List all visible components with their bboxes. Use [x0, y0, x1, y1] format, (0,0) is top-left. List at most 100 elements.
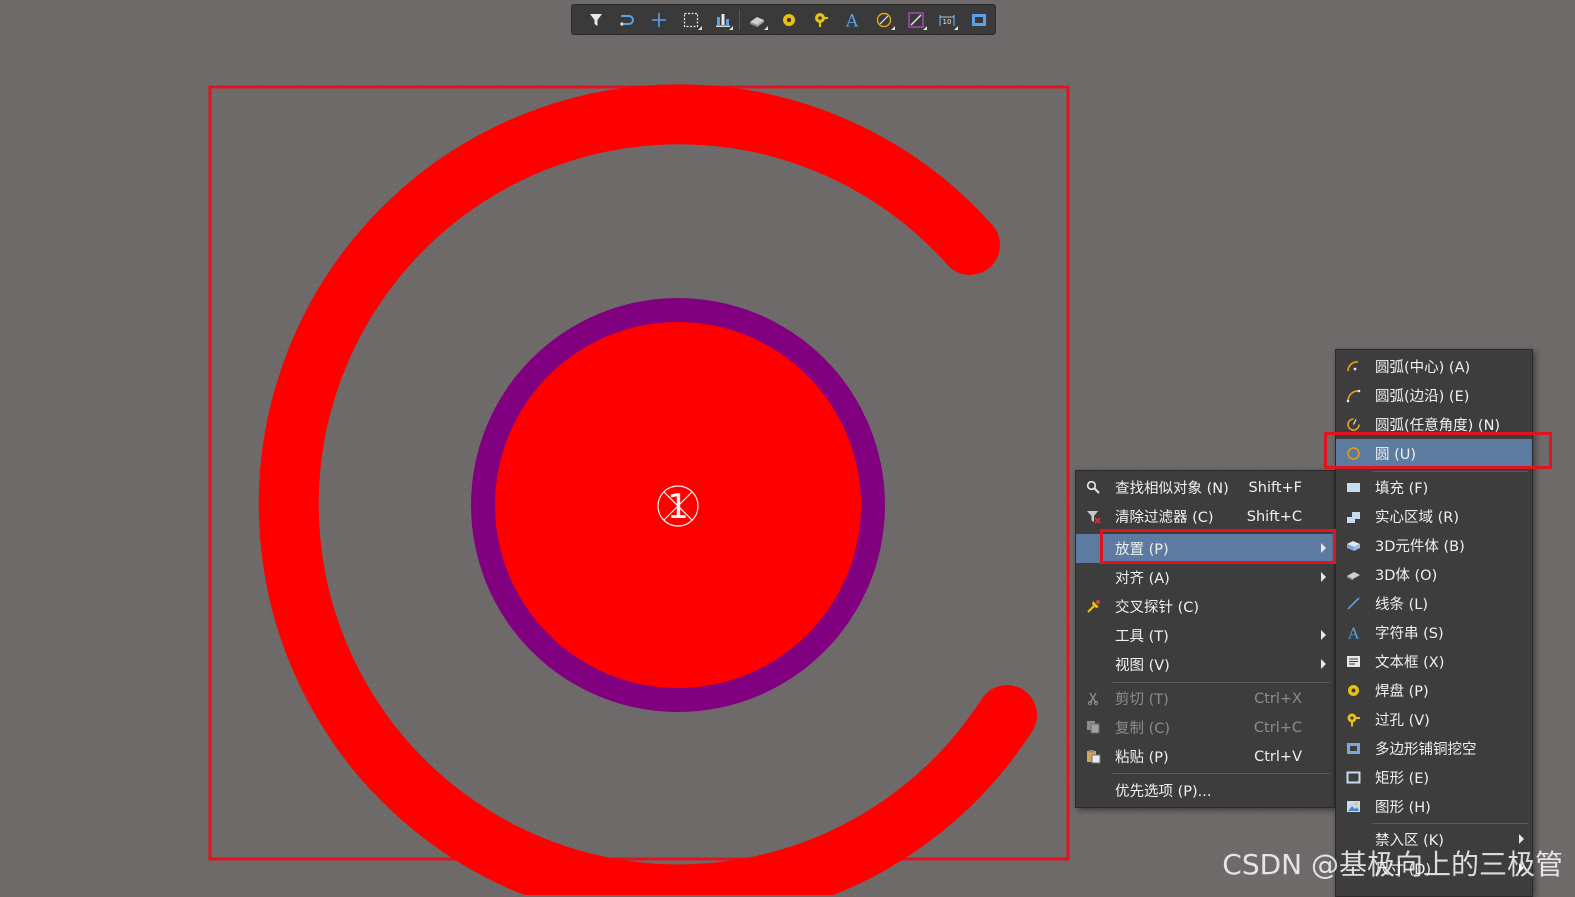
- arc-any-angle-icon: [1345, 416, 1361, 432]
- watermark-text: CSDN @基极向上的三极管: [1222, 848, 1563, 881]
- find-similar-icon: [1085, 479, 1101, 495]
- menu-item-cross-probe[interactable]: 交叉探针 (C): [1076, 592, 1334, 621]
- add-button[interactable]: [643, 6, 675, 34]
- crosshair-add-icon: [652, 12, 667, 27]
- string-button[interactable]: A: [836, 6, 868, 34]
- toolbar-separator: [739, 9, 741, 30]
- menu-separator: [1372, 823, 1528, 824]
- context-menu: 查找相似对象 (N) Shift+F 清除过滤器 (C) Shift+C 放置 …: [1075, 470, 1335, 808]
- pad-icon: [782, 13, 795, 26]
- submenu-item-arc-center[interactable]: 圆弧(中心) (A): [1336, 352, 1532, 381]
- menu-item-place[interactable]: 放置 (P): [1076, 534, 1334, 563]
- menu-item-label: 实心区域 (R): [1375, 510, 1459, 526]
- arc-center-icon: [1345, 358, 1361, 374]
- menu-item-label: 对齐 (A): [1115, 571, 1170, 587]
- submenu-item-3d-component-body[interactable]: 3D元件体 (B): [1336, 531, 1532, 560]
- 3d-component-body-icon: [1345, 537, 1361, 553]
- submenu-item-fill[interactable]: 填充 (F): [1336, 473, 1532, 502]
- menu-item-label: 优先选项 (P)...: [1115, 784, 1212, 800]
- menu-item-label: 焊盘 (P): [1375, 684, 1429, 700]
- select-button[interactable]: [675, 6, 707, 34]
- menu-separator: [1112, 773, 1330, 774]
- submenu-item-line[interactable]: 线条 (L): [1336, 589, 1532, 618]
- 3d-body-icon: [1345, 566, 1361, 582]
- menu-item-label: 圆弧(边沿) (E): [1375, 389, 1470, 405]
- graphic-icon: [1345, 798, 1361, 814]
- menu-item-view[interactable]: 视图 (V): [1076, 650, 1334, 679]
- menu-item-label: 字符串 (S): [1375, 626, 1444, 642]
- via-icon: [1345, 711, 1361, 727]
- route-icon: [619, 14, 634, 26]
- menu-item-copy[interactable]: 复制 (C) Ctrl+C: [1076, 713, 1334, 742]
- menu-item-label: 文本框 (X): [1375, 655, 1445, 671]
- menu-item-label: 交叉探针 (C): [1115, 600, 1200, 616]
- active-bar-toolbar: A 10: [571, 4, 996, 35]
- menu-item-label: 视图 (V): [1115, 658, 1170, 674]
- pad-button[interactable]: [773, 6, 805, 34]
- circle-icon: [1345, 445, 1361, 461]
- submenu-item-via[interactable]: 过孔 (V): [1336, 705, 1532, 734]
- submenu-item-pad[interactable]: 焊盘 (P): [1336, 676, 1532, 705]
- menu-item-label: 剪切 (T): [1115, 692, 1169, 708]
- pad-icon: [1345, 682, 1361, 698]
- via-button[interactable]: [805, 6, 837, 34]
- menu-separator: [1112, 682, 1330, 683]
- submenu-item-string[interactable]: A 字符串 (S): [1336, 618, 1532, 647]
- fill-icon: [1345, 479, 1361, 495]
- rectangle-icon: [972, 13, 987, 26]
- 3d-body-button[interactable]: [741, 6, 773, 34]
- svg-text:A: A: [1347, 625, 1359, 640]
- menu-item-label: 清除过滤器 (C): [1115, 510, 1214, 526]
- filter-icon: [589, 13, 602, 26]
- submenu-arrow-icon: [1321, 630, 1326, 640]
- menu-item-label: 过孔 (V): [1375, 713, 1430, 729]
- line-button[interactable]: [900, 6, 932, 34]
- menu-item-align[interactable]: 对齐 (A): [1076, 563, 1334, 592]
- svg-text:A: A: [845, 11, 859, 29]
- pad-designator: 1: [667, 487, 689, 527]
- route-button[interactable]: [612, 6, 644, 34]
- menu-item-label: 多边形铺铜挖空: [1375, 742, 1477, 758]
- submenu-arrow-icon: [1321, 572, 1326, 582]
- clear-filter-icon: [1085, 508, 1101, 524]
- submenu-item-arc-any-angle[interactable]: 圆弧(任意角度) (N): [1336, 410, 1532, 439]
- submenu-item-graphic[interactable]: 图形 (H): [1336, 792, 1532, 821]
- submenu-item-circle[interactable]: 圆 (U): [1336, 439, 1532, 468]
- submenu-item-3d-body[interactable]: 3D体 (O): [1336, 560, 1532, 589]
- menu-item-paste[interactable]: 粘贴 (P) Ctrl+V: [1076, 742, 1334, 771]
- submenu-item-polygon-cutout[interactable]: 多边形铺铜挖空: [1336, 734, 1532, 763]
- cut-icon: [1085, 690, 1101, 706]
- submenu-arrow-icon: [1321, 659, 1326, 669]
- paste-icon: [1085, 748, 1101, 764]
- align-button[interactable]: [707, 6, 739, 34]
- menu-item-label: 工具 (T): [1115, 629, 1169, 645]
- menu-item-label: 圆 (U): [1375, 447, 1417, 463]
- menu-item-tools[interactable]: 工具 (T): [1076, 621, 1334, 650]
- submenu-arrow-icon: [1321, 543, 1326, 553]
- menu-item-label: 放置 (P): [1115, 542, 1169, 558]
- menu-item-cut[interactable]: 剪切 (T) Ctrl+X: [1076, 684, 1334, 713]
- submenu-item-text-frame[interactable]: 文本框 (X): [1336, 647, 1532, 676]
- menu-item-shortcut: Ctrl+X: [1254, 690, 1302, 707]
- menu-item-label: 3D元件体 (B): [1375, 539, 1465, 555]
- menu-item-label: 圆弧(中心) (A): [1375, 360, 1471, 376]
- copy-icon: [1085, 719, 1101, 735]
- submenu-item-arc-edge[interactable]: 圆弧(边沿) (E): [1336, 381, 1532, 410]
- dimension-button[interactable]: 10: [932, 6, 964, 34]
- rectangle-icon: [1345, 769, 1361, 785]
- via-icon: [814, 12, 828, 27]
- submenu-item-solid-region[interactable]: 实心区域 (R): [1336, 502, 1532, 531]
- arc-button[interactable]: [868, 6, 900, 34]
- line-icon: [1345, 595, 1361, 611]
- menu-item-clear-filter[interactable]: 清除过滤器 (C) Shift+C: [1076, 502, 1334, 531]
- menu-item-label: 粘贴 (P): [1115, 750, 1169, 766]
- rectangle-button[interactable]: [963, 6, 995, 34]
- place-submenu: 圆弧(中心) (A) 圆弧(边沿) (E) 圆弧(任意角度) (N) 圆 (U)…: [1335, 349, 1533, 897]
- submenu-item-rectangle[interactable]: 矩形 (E): [1336, 763, 1532, 792]
- filter-button[interactable]: [580, 6, 612, 34]
- menu-item-find-similar[interactable]: 查找相似对象 (N) Shift+F: [1076, 473, 1334, 502]
- menu-item-shortcut: Ctrl+V: [1254, 748, 1302, 765]
- menu-item-preferences[interactable]: 优先选项 (P)...: [1076, 776, 1334, 805]
- solid-region-icon: [1345, 508, 1361, 524]
- polygon-cutout-icon: [1345, 740, 1361, 756]
